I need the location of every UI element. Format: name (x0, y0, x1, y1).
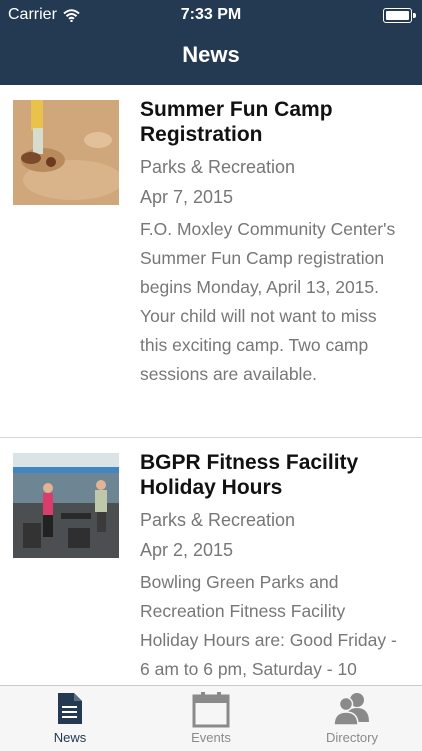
tab-news-label: News (53, 730, 87, 745)
news-thumbnail (13, 453, 119, 558)
page-title: News (182, 42, 240, 67)
tab-bar: News Events Directory (0, 685, 422, 751)
clock: 7:33 PM (180, 6, 242, 23)
people-icon (333, 693, 369, 726)
tab-directory-label: Directory (325, 730, 378, 745)
news-date: Apr 7, 2015 (140, 187, 234, 207)
news-content: Summer Fun Camp Registration Parks & Rec… (140, 97, 408, 389)
tab-events[interactable]: Events (141, 686, 281, 751)
news-summary: F.O. Moxley Community Center's Summer Fu… (140, 219, 396, 384)
tab-events-label: Events (191, 730, 231, 745)
news-summary: Bowling Green Parks and Recreation Fitne… (140, 572, 397, 679)
news-title: BGPR Fitness Facility Holiday Hours (140, 451, 359, 499)
news-content: BGPR Fitness Facility Holiday Hours Park… (140, 450, 408, 684)
news-thumbnail (13, 100, 119, 205)
status-bar: Carrier 7:33 PM (0, 0, 422, 30)
battery-icon (383, 8, 416, 23)
news-date: Apr 2, 2015 (140, 540, 234, 560)
news-item[interactable]: Summer Fun Camp Registration Parks & Rec… (0, 85, 422, 438)
news-source: Parks & Recreation (140, 157, 296, 177)
news-item[interactable]: BGPR Fitness Facility Holiday Hours Park… (0, 438, 422, 685)
document-icon (58, 693, 82, 724)
tab-news[interactable]: News (0, 686, 140, 751)
tab-directory[interactable]: Directory (282, 686, 422, 751)
navigation-header: Carrier 7:33 PM News (0, 0, 422, 85)
news-title: Summer Fun Camp Registration (140, 98, 333, 146)
calendar-icon (192, 692, 230, 728)
news-list[interactable]: Summer Fun Camp Registration Parks & Rec… (0, 85, 422, 685)
news-source: Parks & Recreation (140, 510, 296, 530)
